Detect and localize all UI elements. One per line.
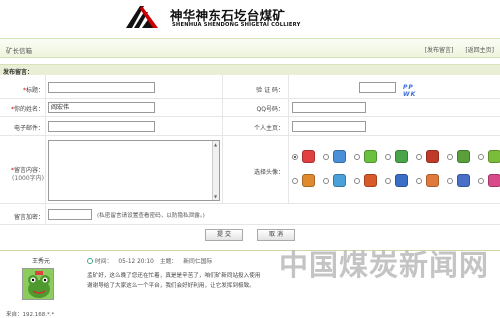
avatar-radio[interactable] — [354, 178, 360, 184]
subject-value: 新同仁国际 — [183, 259, 213, 265]
content-limit-note: (1000字内) — [12, 175, 44, 182]
row-divider — [0, 98, 500, 99]
cancel-button[interactable]: 取 消 — [257, 229, 295, 241]
avatar-radio[interactable] — [292, 154, 298, 160]
homepage-input[interactable] — [292, 121, 366, 132]
avatar-radio[interactable] — [354, 154, 360, 160]
watermark: 中国煤炭新闻网 — [279, 248, 490, 282]
column-divider — [45, 75, 46, 224]
time-value: 05-12 20:10 — [118, 259, 154, 265]
submit-button[interactable]: 提 交 — [205, 229, 243, 241]
title-links: [发布留言] [返回主页] — [415, 45, 494, 54]
password-label: 留言加密： — [13, 214, 44, 221]
avatar-radio[interactable] — [416, 178, 422, 184]
avatar-option-icon[interactable] — [364, 150, 377, 163]
avatar-option-icon[interactable] — [364, 174, 377, 187]
content-textarea[interactable]: ▲ ▼ — [48, 140, 220, 201]
avatar-option-icon[interactable] — [488, 174, 500, 187]
row-divider — [0, 135, 500, 136]
title-label: *标题： — [22, 87, 44, 94]
row-divider — [0, 116, 500, 117]
avatar-radio[interactable] — [478, 154, 484, 160]
column-divider — [288, 75, 289, 203]
avatar-radio[interactable] — [385, 178, 391, 184]
section-title: 发布留言： — [3, 69, 34, 76]
homepage-label: 个人主页： — [253, 125, 284, 132]
avatar-option-icon[interactable] — [333, 150, 346, 163]
avatar-option-icon[interactable] — [395, 174, 408, 187]
brand-name-en: SHENHUA SHENDONG SHIGETAI COLLIERY — [172, 22, 301, 28]
qq-label: QQ号码： — [256, 106, 284, 113]
back-home-link[interactable]: [返回主页] — [465, 47, 494, 54]
row-divider — [0, 203, 500, 204]
message-author-ip: 来自：192.168.*.* — [6, 312, 55, 318]
avatar — [22, 268, 54, 300]
message-icon — [87, 258, 93, 264]
avatar-option-icon[interactable] — [426, 174, 439, 187]
title-input[interactable] — [48, 82, 155, 93]
site-header: 神华神东石圪台煤矿 SHENHUA SHENDONG SHIGETAI COLL… — [0, 0, 500, 34]
avatar-option-icon[interactable] — [488, 150, 500, 163]
scroll-up-icon[interactable]: ▲ — [214, 142, 217, 147]
company-logo — [122, 2, 162, 32]
qq-input[interactable] — [292, 102, 366, 113]
password-hint: (私密留言请设置查看密码，以防隐私泄露。) — [97, 213, 205, 219]
message-meta: 时间： 05-12 20:10 主题： 新同仁国际 — [87, 256, 218, 265]
avatar-option-icon[interactable] — [457, 174, 470, 187]
row-divider — [0, 224, 500, 225]
avatar-option-icon[interactable] — [457, 150, 470, 163]
subject-label: 主题： — [159, 259, 178, 265]
avatar-radio[interactable] — [385, 154, 391, 160]
scroll-down-icon[interactable]: ▼ — [214, 194, 217, 199]
password-input[interactable] — [48, 209, 92, 220]
avatar-radio[interactable] — [416, 154, 422, 160]
frog-avatar-icon — [23, 269, 53, 299]
email-label: 电子邮件： — [13, 125, 44, 132]
avatar-label: 选择头像： — [253, 169, 284, 176]
column-divider — [222, 75, 223, 203]
time-label: 时间： — [95, 259, 113, 265]
name-label: *你的姓名： — [10, 106, 44, 113]
textarea-scrollbar[interactable]: ▲ ▼ — [212, 141, 219, 200]
name-input[interactable]: 阎宏伟 — [48, 102, 155, 113]
avatar-option-icon[interactable] — [395, 150, 408, 163]
page-title: 矿长信箱 — [6, 47, 32, 55]
avatar-radio[interactable] — [447, 178, 453, 184]
captcha-image[interactable]: PP WK — [403, 84, 429, 98]
captcha-label: 验 证 码： — [256, 87, 284, 94]
avatar-radio[interactable] — [447, 154, 453, 160]
page-title-bar: 矿长信箱 [发布留言] [返回主页] — [0, 38, 500, 58]
message-line: 孟矿好，这么晚了您还在忙着，真是是辛苦了，咱们矿新同站投入使用 — [87, 273, 261, 279]
avatar-radio[interactable] — [292, 178, 298, 184]
post-message-link[interactable]: [发布留言] — [425, 47, 454, 54]
avatar-option-icon[interactable] — [333, 174, 346, 187]
email-input[interactable] — [48, 121, 155, 132]
avatar-option-icon[interactable] — [302, 150, 315, 163]
avatar-radio[interactable] — [478, 178, 484, 184]
message-author: 王秀元 — [32, 258, 51, 265]
avatar-option-icon[interactable] — [426, 150, 439, 163]
message-line: 谢谢导给了大家这么一个平台，我们会好好利用，让它发挥到极致。 — [87, 283, 255, 289]
captcha-input[interactable] — [359, 82, 396, 93]
message-body: 孟矿好，这么晚了您还在忙着，真是是辛苦了，咱们矿新同站投入使用 谢谢导给了大家这… — [87, 271, 307, 291]
section-header: 发布留言： — [0, 64, 500, 76]
avatar-radio[interactable] — [323, 178, 329, 184]
avatar-option-icon[interactable] — [302, 174, 315, 187]
avatar-radio[interactable] — [323, 154, 329, 160]
